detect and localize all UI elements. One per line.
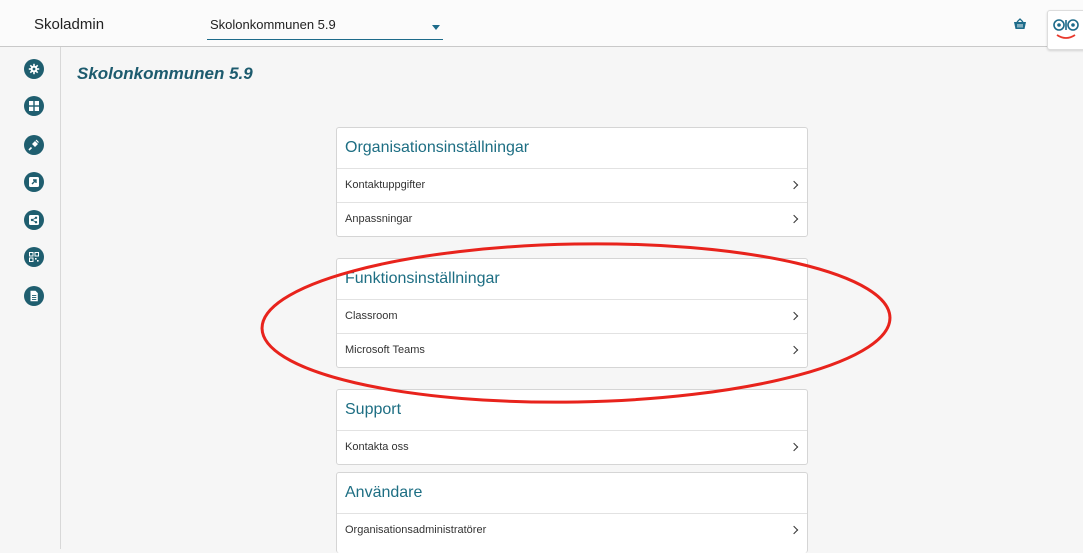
- organization-settings-card: Organisationsinställningar Kontaktuppgif…: [336, 127, 808, 237]
- qr-code-icon: [29, 252, 39, 262]
- chevron-right-icon: [789, 525, 799, 535]
- card-title: Användare: [337, 473, 807, 514]
- basket-icon[interactable]: [1013, 18, 1027, 30]
- menu-item-label: Anpassningar: [345, 213, 413, 225]
- sidebar-item-dashboard[interactable]: [24, 96, 44, 116]
- chevron-right-icon: [789, 442, 799, 452]
- sidebar-item-qr-codes[interactable]: [24, 247, 44, 267]
- sidebar-item-settings[interactable]: [24, 59, 44, 79]
- share-icon: [29, 215, 39, 225]
- sidebar-item-integrations[interactable]: [24, 135, 44, 155]
- feature-settings-card: Funktionsinställningar Classroom Microso…: [336, 258, 808, 368]
- chevron-right-icon: [789, 345, 799, 355]
- chevron-right-icon: [789, 214, 799, 224]
- plug-icon: [28, 139, 39, 151]
- support-card: Support Kontakta oss: [336, 389, 808, 465]
- menu-item-label: Microsoft Teams: [345, 344, 425, 356]
- menu-item-contact-us[interactable]: Kontakta oss: [337, 431, 807, 464]
- menu-item-contact-details[interactable]: Kontaktuppgifter: [337, 169, 807, 203]
- card-title: Funktionsinställningar: [337, 259, 807, 300]
- face-logo-icon: [1053, 19, 1079, 39]
- menu-item-label: Kontaktuppgifter: [345, 179, 426, 191]
- sidebar-item-documents[interactable]: [24, 286, 44, 306]
- organization-select[interactable]: Skolonkommunen 5.9: [207, 10, 443, 40]
- menu-item-label: Kontakta oss: [345, 441, 409, 453]
- menu-item-classroom[interactable]: Classroom: [337, 300, 807, 334]
- card-title: Organisationsinställningar: [337, 128, 807, 169]
- menu-item-customizations[interactable]: Anpassningar: [337, 203, 807, 236]
- external-link-icon: [29, 177, 39, 187]
- menu-item-organization-admins[interactable]: Organisationsadministratörer: [337, 514, 807, 547]
- menu-item-label: Organisationsadministratörer: [345, 524, 487, 536]
- chevron-right-icon: [789, 311, 799, 321]
- page-title: Skolonkommunen 5.9: [77, 64, 253, 83]
- card-title: Support: [337, 390, 807, 431]
- menu-item-label: Classroom: [345, 310, 398, 322]
- brand-logo[interactable]: [1047, 10, 1083, 50]
- users-card: Användare Organisationsadministratörer: [336, 472, 808, 553]
- gear-icon: [28, 63, 40, 75]
- app-name: Skoladmin: [34, 16, 105, 33]
- top-bar: Skoladmin Skolonkommunen 5.9: [0, 0, 1083, 50]
- sidebar-item-external-links[interactable]: [24, 172, 44, 192]
- menu-item-microsoft-teams[interactable]: Microsoft Teams: [337, 334, 807, 367]
- sidebar-item-sharing[interactable]: [24, 210, 44, 230]
- chevron-right-icon: [789, 180, 799, 190]
- organization-select-value: Skolonkommunen 5.9: [210, 17, 336, 32]
- caret-down-icon: [432, 25, 440, 30]
- grid-icon: [29, 101, 39, 111]
- sidebar: [0, 47, 61, 549]
- document-icon: [30, 290, 38, 302]
